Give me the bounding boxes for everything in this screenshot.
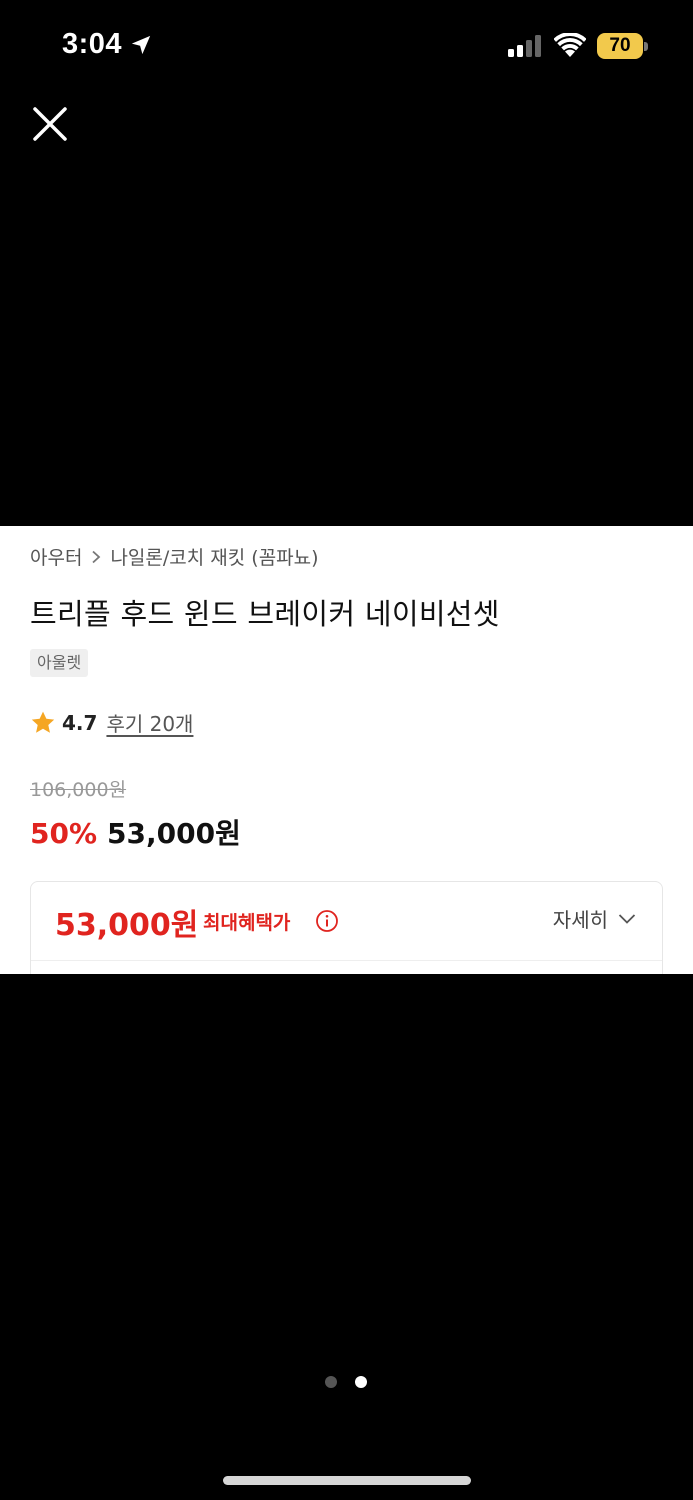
close-button[interactable] (26, 100, 74, 148)
wifi-icon (554, 33, 586, 57)
clock: 3:04 (62, 28, 152, 61)
max-benefit-price: 53,000원 (55, 908, 199, 943)
breadcrumb: 아우터 나일론/코치 재킷 (꼼파뇨) (30, 543, 319, 570)
close-icon (33, 107, 67, 141)
discount-rate: 50% (30, 817, 98, 850)
home-indicator[interactable] (223, 1476, 471, 1485)
info-icon[interactable] (315, 909, 339, 933)
battery-tip (644, 42, 648, 51)
time-text: 3:04 (62, 28, 123, 60)
outlet-badge: 아울렛 (30, 649, 89, 677)
location-arrow-icon (131, 35, 151, 54)
detail-label: 자세히 (552, 908, 608, 932)
cellular-signal-icon (508, 35, 541, 57)
chevron-down-icon (618, 913, 636, 924)
battery-indicator: 70 (597, 33, 649, 59)
breadcrumb-item-outer[interactable]: 아우터 (30, 543, 82, 570)
product-info-panel: 아우터 나일론/코치 재킷 (꼼파뇨) 트리플 후드 윈드 브레이커 네이비선셋… (0, 526, 693, 974)
product-title: 트리플 후드 윈드 브레이커 네이비선셋 (30, 597, 500, 631)
max-benefit-label: 최대혜택가 (203, 912, 291, 934)
status-bar: 3:04 70 (0, 0, 693, 92)
review-count-link[interactable]: 후기 20개 (106, 708, 193, 737)
benefit-divider (31, 960, 662, 961)
pager-dot-2[interactable] (355, 1376, 367, 1388)
battery-body: 70 (597, 33, 643, 59)
image-pager (325, 1376, 367, 1388)
max-benefit-box: 53,000원 최대혜택가 자세히 (30, 881, 663, 974)
rating-value: 4.7 (62, 710, 98, 735)
original-price: 106,000원 (30, 779, 127, 801)
breadcrumb-item-category[interactable]: 나일론/코치 재킷 (꼼파뇨) (110, 543, 318, 570)
battery-level: 70 (609, 35, 631, 56)
star-icon (31, 711, 55, 733)
rating-row: 4.7 후기 20개 (30, 708, 193, 737)
sale-price: 53,000원 (107, 817, 241, 850)
benefit-detail-button[interactable]: 자세히 (553, 904, 636, 933)
price-row: 50% 53,000원 (30, 812, 241, 852)
chevron-right-icon (92, 550, 101, 563)
pager-dot-1[interactable] (325, 1376, 337, 1388)
